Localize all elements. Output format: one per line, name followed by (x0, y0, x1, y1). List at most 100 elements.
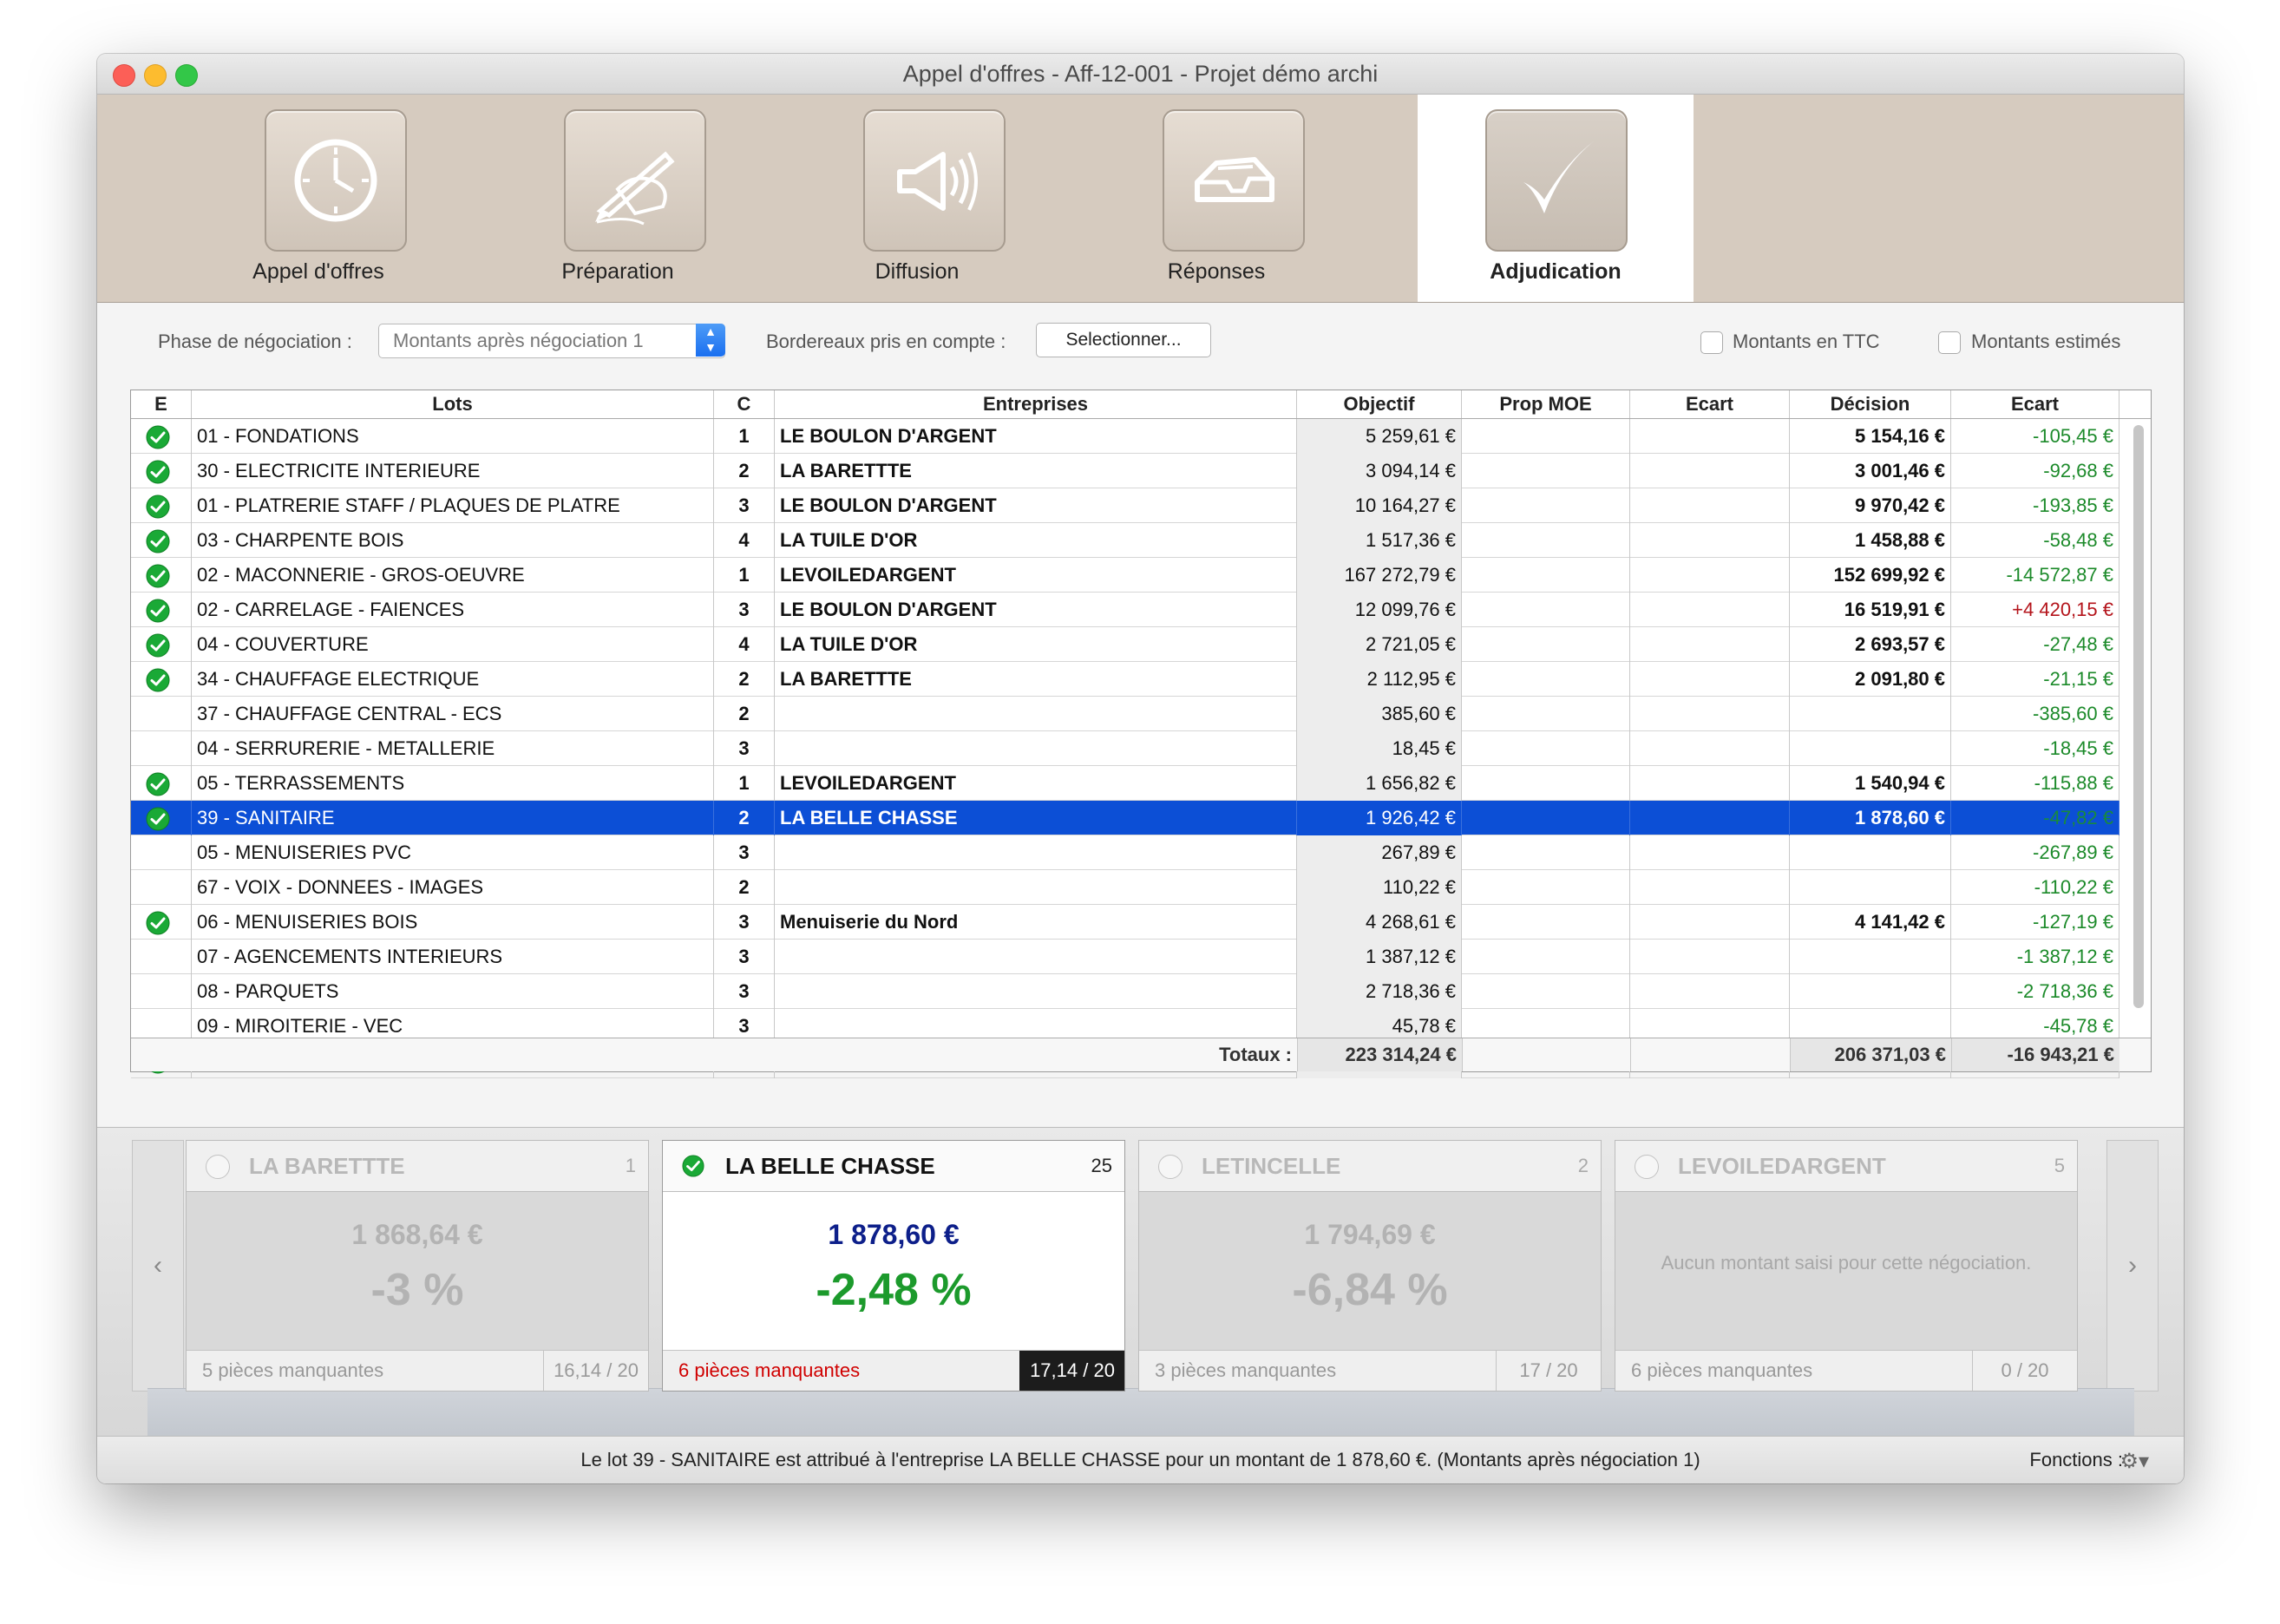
table-row[interactable]: 67 - VOIX - DONNEES - IMAGES 2 110,22 € -11… (131, 870, 2119, 905)
status-cell (131, 974, 192, 1009)
ecart-moe-cell (1630, 801, 1790, 835)
c-cell: 1 (714, 419, 775, 454)
ecart-moe-cell (1630, 940, 1790, 974)
table-row[interactable]: 39 - SANITAIRE 2 LA BELLE CHASSE 1 926,42 €… (131, 801, 2119, 835)
tab-appel-offres[interactable]: Appel d'offres (180, 95, 457, 302)
c-cell: 3 (714, 488, 775, 523)
table-row[interactable]: 05 - MENUISERIES PVC 3 267,89 € -267,89 € (131, 835, 2119, 870)
score: 0 / 20 (1972, 1351, 2077, 1391)
col-decision[interactable]: Décision (1790, 390, 1951, 418)
phase-select[interactable]: Montants après négociation 1 ▲ ▼ (378, 324, 725, 358)
ecart-cell: -385,60 € (1951, 697, 2119, 731)
select-arrows-icon: ▲ ▼ (696, 324, 725, 357)
col-ecart-decision[interactable]: Ecart (1951, 390, 2119, 418)
lot-cell: 67 - VOIX - DONNEES - IMAGES (192, 870, 714, 905)
table-row[interactable]: 04 - COUVERTURE 4 LA TUILE D'OR 2 721,05 € 2… (131, 627, 2119, 662)
offer-card[interactable]: LETINCELLE 2 1 794,69 € -6,84 % 3 pièces man… (1138, 1140, 1602, 1392)
totals-ecart-moe (1630, 1038, 1790, 1071)
status-cell (131, 940, 192, 974)
select-radio[interactable] (206, 1155, 230, 1179)
lot-cell: 06 - MENUISERIES BOIS (192, 905, 714, 940)
table-row[interactable]: 05 - TERRASSEMENTS 1 LEVOILEDARGENT 1 656,8… (131, 766, 2119, 801)
ecart-cell: -115,88 € (1951, 766, 2119, 801)
totals-label: Totaux : (1219, 1044, 1292, 1065)
prop-moe-cell (1462, 801, 1630, 835)
check-circle-icon (146, 668, 170, 692)
table-row[interactable]: 08 - PARQUETS 3 2 718,36 € -2 718,36 € (131, 974, 2119, 1009)
check-circle-icon (146, 460, 170, 484)
col-c[interactable]: C (714, 390, 775, 418)
col-entreprises[interactable]: Entreprises (775, 390, 1297, 418)
table-row[interactable]: 34 - CHAUFFAGE ELECTRIQUE 2 LA BARETTTE 2 1… (131, 662, 2119, 697)
decision-cell: 2 693,57 € (1790, 627, 1951, 662)
offer-percent: -2,48 % (816, 1265, 972, 1315)
ecart-moe-cell (1630, 870, 1790, 905)
next-offers-button[interactable]: › (2106, 1140, 2159, 1392)
objectif-cell: 385,60 € (1297, 697, 1462, 731)
col-lots[interactable]: Lots (192, 390, 714, 418)
ecart-moe-cell (1630, 731, 1790, 766)
table-row[interactable]: 04 - SERRURERIE - METALLERIE 3 18,45 € -18,… (131, 731, 2119, 766)
select-radio[interactable] (1158, 1155, 1183, 1179)
ecart-moe-cell (1630, 905, 1790, 940)
ecart-cell: -267,89 € (1951, 835, 2119, 870)
select-bordereaux-button[interactable]: Selectionner... (1036, 323, 1211, 357)
col-e[interactable]: E (131, 390, 192, 418)
lot-cell: 30 - ELECTRICITE INTERIEURE (192, 454, 714, 488)
ecart-cell: -110,22 € (1951, 870, 2119, 905)
table-row[interactable]: 02 - MACONNERIE - GROS-OEUVRE 1 LEVOILEDAR… (131, 558, 2119, 593)
card-footer: 6 pièces manquantes 17,14 / 20 (663, 1350, 1124, 1391)
decision-cell: 9 970,42 € (1790, 488, 1951, 523)
decision-cell: 5 154,16 € (1790, 419, 1951, 454)
company-cell (775, 697, 1297, 731)
estimes-checkbox[interactable] (1938, 331, 1961, 354)
card-footer: 6 pièces manquantes 0 / 20 (1615, 1350, 2077, 1391)
table-row[interactable]: 30 - ELECTRICITE INTERIEURE 2 LA BARETTTE 3… (131, 454, 2119, 488)
objectif-cell: 1 926,42 € (1297, 801, 1462, 835)
col-ecart-moe[interactable]: Ecart (1630, 390, 1790, 418)
table-row[interactable]: 01 - PLATRERIE STAFF / PLAQUES DE PLATRE… (131, 488, 2119, 523)
tab-adjudication[interactable]: Adjudication (1418, 95, 1694, 302)
check-circle-icon (146, 911, 170, 935)
card-header: LA BARETTTE 1 (187, 1141, 648, 1192)
prop-moe-cell (1462, 662, 1630, 697)
tab-reponses[interactable]: Réponses (1078, 95, 1355, 302)
status-bar: Le lot 39 - SANITAIRE est attribué à l'e… (97, 1436, 2184, 1483)
table-row[interactable]: 01 - FONDATIONS 1 LE BOULON D'ARGENT 5 259,… (131, 419, 2119, 454)
objectif-cell: 4 268,61 € (1297, 905, 1462, 940)
ecart-moe-cell (1630, 593, 1790, 627)
offer-card[interactable]: LEVOILEDARGENT 5 Aucun montant saisi pour … (1615, 1140, 2078, 1392)
table-row[interactable]: 03 - CHARPENTE BOIS 4 LA TUILE D'OR 1 517,3… (131, 523, 2119, 558)
ecart-moe-cell (1630, 523, 1790, 558)
check-circle-icon[interactable] (682, 1155, 704, 1177)
prev-offers-button[interactable]: ‹ (132, 1140, 184, 1392)
tab-preparation[interactable]: Préparation (479, 95, 757, 302)
tab-diffusion[interactable]: Diffusion (778, 95, 1056, 302)
check-circle-icon (146, 564, 170, 588)
phase-select-value: Montants après négociation 1 (393, 330, 644, 351)
inbox-tray-icon (1163, 109, 1305, 252)
totals-prop-moe (1462, 1038, 1630, 1071)
prop-moe-cell (1462, 766, 1630, 801)
col-objectif[interactable]: Objectif (1297, 390, 1462, 418)
ecart-moe-cell (1630, 419, 1790, 454)
no-amount-message: Aucun montant saisi pour cette négociati… (1661, 1252, 2032, 1274)
offer-card[interactable]: LA BARETTTE 1 1 868,64 € -3 % 5 pièces manqu… (186, 1140, 649, 1392)
gear-icon[interactable]: ⚙▾ (2119, 1449, 2149, 1474)
status-cell (131, 627, 192, 662)
lot-cell: 01 - FONDATIONS (192, 419, 714, 454)
table-row[interactable]: 06 - MENUISERIES BOIS 3 Menuiserie du Nord… (131, 905, 2119, 940)
col-prop-moe[interactable]: Prop MOE (1462, 390, 1630, 418)
offer-card[interactable]: LA BELLE CHASSE 25 1 878,60 € -2,48 % 6 pièc… (662, 1140, 1125, 1392)
table-row[interactable]: 07 - AGENCEMENTS INTERIEURS 3 1 387,12 € -1… (131, 940, 2119, 974)
ecart-cell: -92,68 € (1951, 454, 2119, 488)
card-header: LA BELLE CHASSE 25 (663, 1141, 1124, 1192)
company-cell (775, 940, 1297, 974)
score: 16,14 / 20 (543, 1351, 648, 1391)
table-row[interactable]: 37 - CHAUFFAGE CENTRAL - ECS 2 385,60 € -38… (131, 697, 2119, 731)
tab-label: Adjudication (1490, 259, 1622, 284)
table-row[interactable]: 02 - CARRELAGE - FAIENCES 3 LE BOULON D'AR… (131, 593, 2119, 627)
select-radio[interactable] (1635, 1155, 1659, 1179)
table-scrollbar[interactable] (2133, 425, 2144, 1008)
ttc-checkbox[interactable] (1700, 331, 1723, 354)
